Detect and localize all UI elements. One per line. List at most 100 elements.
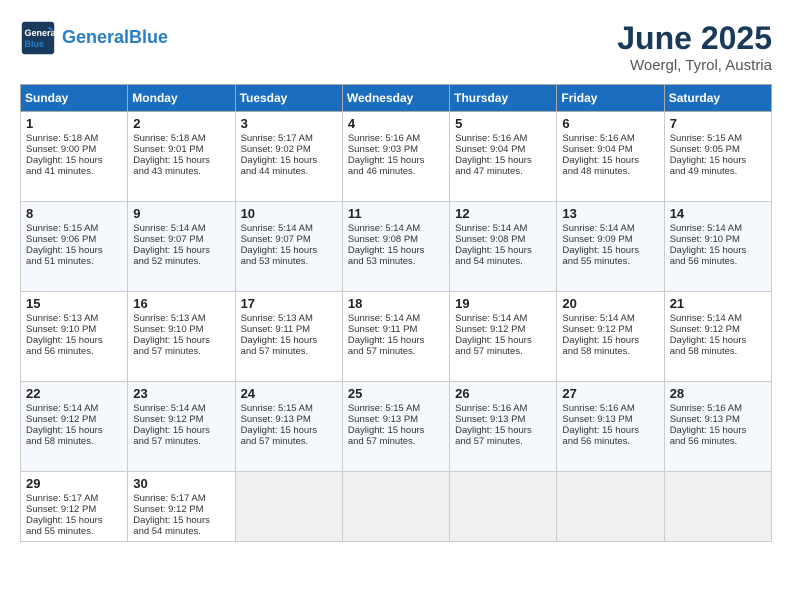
day-info: Sunrise: 5:15 AM Sunset: 9:13 PM Dayligh… [348, 403, 444, 447]
calendar-cell: 25 Sunrise: 5:15 AM Sunset: 9:13 PM Dayli… [342, 382, 449, 472]
calendar-cell: 17 Sunrise: 5:13 AM Sunset: 9:11 PM Dayli… [235, 292, 342, 382]
day-info: Sunrise: 5:18 AM Sunset: 9:01 PM Dayligh… [133, 133, 229, 177]
calendar-cell: 12 Sunrise: 5:14 AM Sunset: 9:08 PM Dayli… [450, 202, 557, 292]
day-number: 26 [455, 386, 551, 401]
day-number: 1 [26, 116, 122, 131]
calendar-cell: 2 Sunrise: 5:18 AM Sunset: 9:01 PM Daylig… [128, 112, 235, 202]
day-info: Sunrise: 5:18 AM Sunset: 9:00 PM Dayligh… [26, 133, 122, 177]
col-header-monday: Monday [128, 85, 235, 112]
col-header-friday: Friday [557, 85, 664, 112]
day-info: Sunrise: 5:14 AM Sunset: 9:10 PM Dayligh… [670, 223, 766, 267]
logo-icon: General Blue [20, 20, 56, 56]
title-area: June 2025 Woergl, Tyrol, Austria [617, 20, 772, 74]
col-header-sunday: Sunday [21, 85, 128, 112]
calendar-cell [557, 472, 664, 542]
calendar-cell: 15 Sunrise: 5:13 AM Sunset: 9:10 PM Dayli… [21, 292, 128, 382]
day-info: Sunrise: 5:16 AM Sunset: 9:13 PM Dayligh… [455, 403, 551, 447]
calendar-cell: 29Sunrise: 5:17 AM Sunset: 9:12 PM Dayli… [21, 472, 128, 542]
svg-text:Blue: Blue [25, 39, 45, 49]
day-number: 8 [26, 206, 122, 221]
day-number: 16 [133, 296, 229, 311]
calendar-cell: 28 Sunrise: 5:16 AM Sunset: 9:13 PM Dayli… [664, 382, 771, 472]
day-info: Sunrise: 5:13 AM Sunset: 9:10 PM Dayligh… [26, 313, 122, 357]
calendar-cell: 4 Sunrise: 5:16 AM Sunset: 9:03 PM Daylig… [342, 112, 449, 202]
day-info: Sunrise: 5:13 AM Sunset: 9:11 PM Dayligh… [241, 313, 337, 357]
calendar-cell: 9 Sunrise: 5:14 AM Sunset: 9:07 PM Daylig… [128, 202, 235, 292]
location-title: Woergl, Tyrol, Austria [617, 57, 772, 74]
day-info: Sunrise: 5:15 AM Sunset: 9:13 PM Dayligh… [241, 403, 337, 447]
col-header-saturday: Saturday [664, 85, 771, 112]
day-info: Sunrise: 5:14 AM Sunset: 9:08 PM Dayligh… [455, 223, 551, 267]
calendar-cell: 8Sunrise: 5:15 AM Sunset: 9:06 PM Daylig… [21, 202, 128, 292]
calendar-cell: 16 Sunrise: 5:13 AM Sunset: 9:10 PM Dayli… [128, 292, 235, 382]
calendar-cell: 1 Sunrise: 5:18 AM Sunset: 9:00 PM Daylig… [21, 112, 128, 202]
month-title: June 2025 [617, 20, 772, 57]
day-info: Sunrise: 5:14 AM Sunset: 9:08 PM Dayligh… [348, 223, 444, 267]
calendar-cell: 7 Sunrise: 5:15 AM Sunset: 9:05 PM Daylig… [664, 112, 771, 202]
calendar-cell: 23 Sunrise: 5:14 AM Sunset: 9:12 PM Dayli… [128, 382, 235, 472]
calendar-cell: 21Sunrise: 5:14 AM Sunset: 9:12 PM Dayli… [664, 292, 771, 382]
day-info: Sunrise: 5:14 AM Sunset: 9:11 PM Dayligh… [348, 313, 444, 357]
calendar-cell: 20Sunrise: 5:14 AM Sunset: 9:12 PM Dayli… [557, 292, 664, 382]
calendar-week-2: 8Sunrise: 5:15 AM Sunset: 9:06 PM Daylig… [21, 202, 772, 292]
day-number: 22 [26, 386, 122, 401]
day-number: 25 [348, 386, 444, 401]
calendar-cell: 27Sunrise: 5:16 AM Sunset: 9:13 PM Dayli… [557, 382, 664, 472]
day-number: 29 [26, 476, 122, 491]
day-number: 17 [241, 296, 337, 311]
day-number: 19 [455, 296, 551, 311]
calendar-table: SundayMondayTuesdayWednesdayThursdayFrid… [20, 84, 772, 542]
day-info: Sunrise: 5:16 AM Sunset: 9:13 PM Dayligh… [670, 403, 766, 447]
day-info: Sunrise: 5:17 AM Sunset: 9:12 PM Dayligh… [133, 493, 229, 537]
header: General Blue GeneralBlue June 2025 Woerg… [20, 20, 772, 74]
day-info: Sunrise: 5:14 AM Sunset: 9:07 PM Dayligh… [133, 223, 229, 267]
day-number: 7 [670, 116, 766, 131]
calendar-cell: 19Sunrise: 5:14 AM Sunset: 9:12 PM Dayli… [450, 292, 557, 382]
calendar-cell: 26 Sunrise: 5:16 AM Sunset: 9:13 PM Dayli… [450, 382, 557, 472]
day-number: 18 [348, 296, 444, 311]
day-number: 12 [455, 206, 551, 221]
day-info: Sunrise: 5:16 AM Sunset: 9:13 PM Dayligh… [562, 403, 658, 447]
day-number: 13 [562, 206, 658, 221]
calendar-cell: 18 Sunrise: 5:14 AM Sunset: 9:11 PM Dayli… [342, 292, 449, 382]
calendar-cell: 5Sunrise: 5:16 AM Sunset: 9:04 PM Daylig… [450, 112, 557, 202]
calendar-cell: 3Sunrise: 5:17 AM Sunset: 9:02 PM Daylig… [235, 112, 342, 202]
day-info: Sunrise: 5:14 AM Sunset: 9:07 PM Dayligh… [241, 223, 337, 267]
calendar-cell [450, 472, 557, 542]
day-number: 4 [348, 116, 444, 131]
col-header-tuesday: Tuesday [235, 85, 342, 112]
day-info: Sunrise: 5:14 AM Sunset: 9:12 PM Dayligh… [133, 403, 229, 447]
calendar-week-3: 15 Sunrise: 5:13 AM Sunset: 9:10 PM Dayli… [21, 292, 772, 382]
calendar-cell [342, 472, 449, 542]
calendar-cell: 13Sunrise: 5:14 AM Sunset: 9:09 PM Dayli… [557, 202, 664, 292]
day-number: 10 [241, 206, 337, 221]
day-number: 3 [241, 116, 337, 131]
day-info: Sunrise: 5:13 AM Sunset: 9:10 PM Dayligh… [133, 313, 229, 357]
day-number: 6 [562, 116, 658, 131]
day-number: 2 [133, 116, 229, 131]
day-info: Sunrise: 5:14 AM Sunset: 9:12 PM Dayligh… [26, 403, 122, 447]
day-number: 5 [455, 116, 551, 131]
day-number: 28 [670, 386, 766, 401]
calendar-cell: 6 Sunrise: 5:16 AM Sunset: 9:04 PM Daylig… [557, 112, 664, 202]
col-header-thursday: Thursday [450, 85, 557, 112]
day-number: 24 [241, 386, 337, 401]
day-info: Sunrise: 5:16 AM Sunset: 9:04 PM Dayligh… [562, 133, 658, 177]
calendar-week-1: 1 Sunrise: 5:18 AM Sunset: 9:00 PM Daylig… [21, 112, 772, 202]
day-number: 9 [133, 206, 229, 221]
calendar-week-5: 29 Sunrise: 5:17 AM Sunset: 9:12 PM Dayli… [21, 472, 772, 542]
day-info: Sunrise: 5:16 AM Sunset: 9:03 PM Dayligh… [348, 133, 444, 177]
day-number: 20 [562, 296, 658, 311]
calendar-week-4: 22 Sunrise: 5:14 AM Sunset: 9:12 PM Dayli… [21, 382, 772, 472]
calendar-header-row: SundayMondayTuesdayWednesdayThursdayFrid… [21, 85, 772, 112]
day-number: 30 [133, 476, 229, 491]
logo-line1: General [62, 27, 129, 47]
logo-line2: Blue [129, 27, 168, 47]
calendar-cell [664, 472, 771, 542]
col-header-wednesday: Wednesday [342, 85, 449, 112]
day-number: 23 [133, 386, 229, 401]
day-number: 15 [26, 296, 122, 311]
day-number: 14 [670, 206, 766, 221]
day-info: Sunrise: 5:15 AM Sunset: 9:05 PM Dayligh… [670, 133, 766, 177]
calendar-cell: 10 Sunrise: 5:14 AM Sunset: 9:07 PM Dayli… [235, 202, 342, 292]
